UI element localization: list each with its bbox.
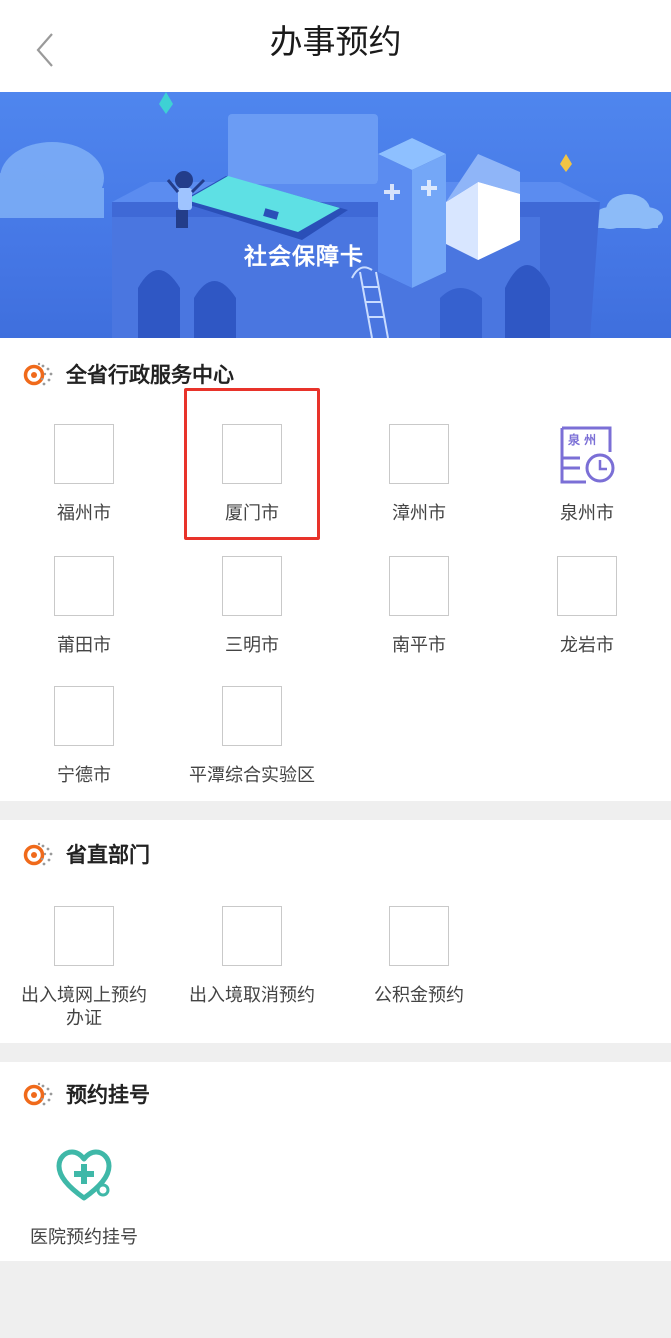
banner-illustration — [0, 92, 663, 338]
section-title: 全省行政服务中心 — [66, 363, 234, 387]
section-title: 预约挂号 — [66, 1083, 150, 1107]
city-label: 龙岩市 — [560, 635, 614, 656]
hospital-registration[interactable]: 医院预约挂号 — [0, 1146, 168, 1249]
city-thumbnail — [222, 686, 282, 746]
city-label: 三明市 — [225, 635, 279, 656]
section-logo-icon — [22, 840, 58, 868]
city-fuzhou[interactable]: 福州市 — [0, 424, 168, 525]
city-quanzhou[interactable]: 泉 州 泉州市 — [503, 424, 671, 525]
city-ningde[interactable]: 宁德市 — [0, 686, 168, 787]
dept-exit-entry-cancel[interactable]: 出入境取消预约 — [168, 906, 336, 1007]
city-thumbnail — [557, 556, 617, 616]
city-thumbnail — [389, 556, 449, 616]
hospital-label: 医院预约挂号 — [30, 1227, 138, 1248]
selection-highlight — [184, 388, 320, 540]
city-thumbnail — [389, 424, 449, 484]
dept-thumbnail — [222, 906, 282, 966]
city-thumbnail — [222, 556, 282, 616]
banner[interactable]: 社会保障卡 — [0, 92, 671, 338]
dept-label: 出入境网上预约办证 — [21, 985, 147, 1029]
city-label: 莆田市 — [57, 635, 111, 656]
quanzhou-calendar-icon: 泉 州 — [556, 424, 618, 486]
city-label: 宁德市 — [57, 765, 111, 786]
dept-thumbnail — [389, 906, 449, 966]
city-longyan[interactable]: 龙岩市 — [503, 556, 671, 657]
city-pingtan[interactable]: 平潭综合实验区 — [168, 686, 336, 787]
section-title: 省直部门 — [66, 843, 150, 867]
city-label: 漳州市 — [392, 503, 446, 524]
banner-title: 社会保障卡 — [244, 244, 364, 270]
dept-exit-entry-booking[interactable]: 出入境网上预约办证 — [0, 906, 168, 1030]
section-provincial-depts: 省直部门 出入境网上预约办证 出入境取消预约 公积金预约 — [0, 820, 671, 1043]
page-title: 办事预约 — [269, 22, 402, 61]
section-header: 预约挂号 — [22, 1078, 150, 1110]
city-label: 泉州市 — [560, 503, 614, 524]
dept-label: 出入境取消预约 — [189, 985, 315, 1006]
city-zhangzhou[interactable]: 漳州市 — [335, 424, 503, 525]
city-label: 南平市 — [392, 635, 446, 656]
city-sanming[interactable]: 三明市 — [168, 556, 336, 657]
city-thumbnail — [54, 686, 114, 746]
section-admin-centers: 全省行政服务中心 福州市 厦门市 漳州市 泉 州 泉州市 莆田市 三明市 南平市… — [0, 338, 671, 801]
section-logo-icon — [22, 360, 58, 388]
city-thumbnail — [54, 424, 114, 484]
dept-label: 公积金预约 — [374, 985, 464, 1006]
city-thumbnail — [54, 556, 114, 616]
stethoscope-heart-icon — [53, 1146, 115, 1208]
section-header: 省直部门 — [22, 838, 150, 870]
section-logo-icon — [22, 1080, 58, 1108]
city-nanping[interactable]: 南平市 — [335, 556, 503, 657]
dept-housing-fund[interactable]: 公积金预约 — [335, 906, 503, 1007]
section-header: 全省行政服务中心 — [22, 358, 234, 390]
top-bar: 办事预约 — [0, 0, 671, 92]
svg-text:泉 州: 泉 州 — [568, 432, 596, 447]
city-label: 平潭综合实验区 — [189, 765, 315, 786]
section-registration: 预约挂号 医院预约挂号 — [0, 1062, 671, 1261]
dept-thumbnail — [54, 906, 114, 966]
city-label: 福州市 — [57, 503, 111, 524]
city-putian[interactable]: 莆田市 — [0, 556, 168, 657]
